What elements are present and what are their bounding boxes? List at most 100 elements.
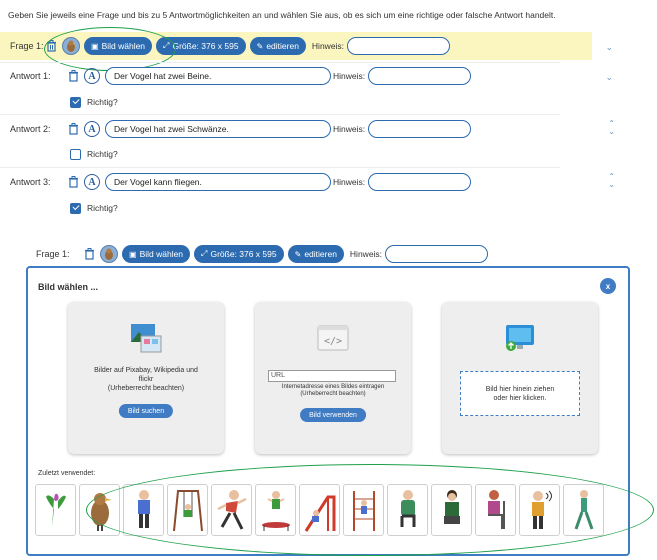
search-card-text-1: Bilder auf Pixabay, Wikipedia und [94,367,198,374]
hint-input[interactable] [368,67,472,85]
chevron-down-icon[interactable]: ⌄ [605,42,613,53]
recent-image[interactable] [167,484,208,536]
url-input[interactable]: URL [268,370,396,382]
choose-image-label: Bild wählen [101,41,146,51]
drop-text-2: oder hier klicken. [493,394,547,402]
answer-input[interactable]: Der Vogel hat zwei Schwänze. [105,120,331,138]
hint-input[interactable] [368,173,472,191]
walking-person-icon [574,490,593,530]
svg-text:</>: </> [324,336,342,347]
recent-image[interactable] [519,484,560,536]
edit-icon: ✎ [256,41,264,51]
recent-image[interactable] [79,484,120,536]
checkbox-unchecked[interactable] [70,148,81,160]
recent-image[interactable] [35,484,76,536]
recent-label: Zuletzt verwendet: [38,470,96,477]
text-format-icon[interactable]: A [84,174,100,190]
hint-label: Hinweis: [349,249,383,259]
trash-icon[interactable] [82,247,96,261]
climbing-frame-icon [352,491,375,531]
recent-image[interactable] [211,484,252,536]
answer-label: Antwort 3: [10,177,51,187]
trash-icon[interactable] [66,122,80,136]
search-card-text-2: flickr [138,376,154,383]
recent-image[interactable] [343,484,384,536]
correct-label: Richtig? [87,203,118,213]
drop-zone[interactable]: Bild hier hinein ziehen oder hier klicken… [460,371,580,416]
question-label: Frage 1: [10,41,44,51]
recent-image[interactable] [255,484,296,536]
edit-button[interactable]: ✎ editieren [249,37,306,55]
plant-icon [45,493,66,527]
calling-person-icon [531,490,552,529]
correct-label: Richtig? [87,97,118,107]
trampoline-icon [261,491,290,531]
recent-images [35,484,604,536]
size-label: Größe: 376 x 595 [172,41,239,51]
checkbox-checked[interactable] [70,96,81,108]
upload-card: Bild hier hinein ziehen oder hier klicken… [442,302,598,454]
question-image-thumbnail[interactable] [62,37,80,55]
edit-label: editieren [304,249,337,259]
recent-image[interactable] [299,484,340,536]
hint-input[interactable] [347,37,451,55]
recent-image[interactable] [387,484,428,536]
hint-label: Hinweis: [311,41,345,51]
reorder-arrows-icon[interactable]: ⌃ ⌄ [608,173,615,189]
answer-input[interactable]: Der Vogel kann fliegen. [105,173,331,191]
chevron-down-icon[interactable]: ⌄ [605,72,613,83]
answer-label: Antwort 1: [10,71,51,81]
checkbox-checked[interactable] [70,202,81,214]
size-button[interactable]: ⤢ Größe: 376 x 595 [194,245,284,263]
hint-label: Hinweis: [333,177,366,187]
correct-checkbox[interactable]: Richtig? [70,200,118,216]
choose-image-label: Bild wählen [139,249,184,259]
recent-image[interactable] [431,484,472,536]
url-card-text-2: (Urheberrecht beachten) [300,391,366,397]
use-image-button[interactable]: Bild verwenden [300,408,366,422]
choose-image-button[interactable]: ▣ Bild wählen [84,37,153,55]
url-card: </> URL Internetadresse eines Bildes ein… [255,302,411,454]
hint-label: Hinweis: [333,124,366,134]
swing-icon [172,490,203,532]
running-person-icon [216,490,247,530]
answer-row: Antwort 2: A Der Vogel hat zwei Schwänze… [0,115,472,143]
recent-image[interactable] [475,484,516,536]
hint-input[interactable] [368,120,472,138]
reorder-arrows-icon[interactable]: ⌃ ⌄ [608,120,615,136]
search-image-button[interactable]: Bild suchen [118,404,174,418]
woman-chair-icon [487,490,505,529]
edit-button[interactable]: ✎ editieren [287,245,344,263]
sitting-person-icon [400,490,415,527]
edit-icon: ✎ [294,249,302,259]
slide-icon [304,495,335,532]
dialog-title: Bild wählen ... [38,282,99,292]
answer-input[interactable]: Der Vogel hat zwei Beine. [105,67,331,85]
question-image-thumbnail[interactable] [100,245,118,263]
search-card[interactable]: Bilder auf Pixabay, Wikipedia und flickr… [68,302,224,454]
answer-label: Antwort 2: [10,124,51,134]
trash-icon[interactable] [66,175,80,189]
answer-row: Antwort 1: A Der Vogel hat zwei Beine. H… [0,62,472,90]
photo-gallery-icon [131,324,162,353]
hint-input[interactable] [385,245,489,263]
edit-label: editieren [266,41,299,51]
size-button[interactable]: ⤢ Größe: 376 x 595 [156,37,246,55]
recent-image[interactable] [123,484,164,536]
code-window-icon: </> [317,325,349,351]
recent-image[interactable] [563,484,604,536]
url-card-text-1: Internetadresse eines Bildes eintragen [281,384,385,390]
text-format-icon[interactable]: A [84,68,100,84]
trash-icon[interactable] [66,69,80,83]
choose-image-button[interactable]: ▣ Bild wählen [122,245,191,263]
sitting-child-icon [443,490,460,524]
resize-icon: ⤢ [201,249,208,258]
image-icon: ▣ [129,249,137,259]
trash-icon[interactable] [44,39,58,53]
correct-checkbox[interactable]: Richtig? [70,146,118,162]
monitor-upload-icon [506,325,534,351]
correct-checkbox[interactable]: Richtig? [70,94,118,110]
intro-text: Geben Sie jeweils eine Frage und bis zu … [8,10,556,20]
text-format-icon[interactable]: A [84,121,100,137]
close-button[interactable]: x [600,278,616,294]
